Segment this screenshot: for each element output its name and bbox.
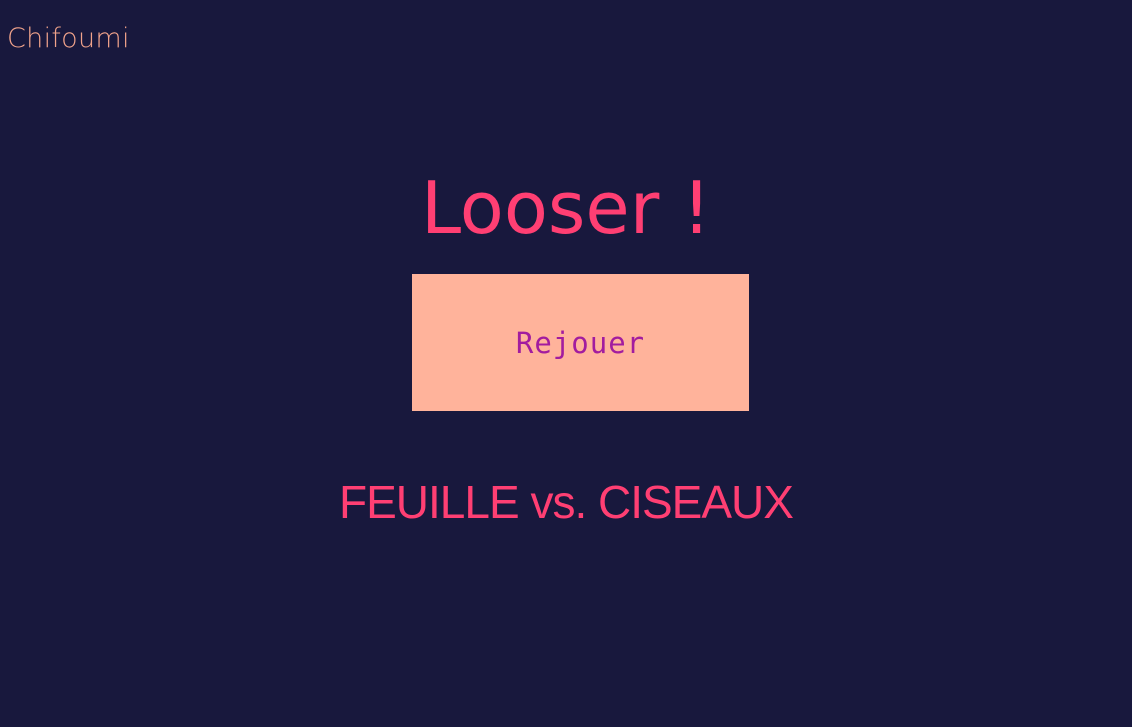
- result-heading: Looser !: [420, 166, 712, 250]
- matchup-text: FEUILLE vs. CISEAUX: [339, 476, 794, 528]
- replay-button[interactable]: Rejouer: [412, 274, 749, 411]
- game-screen: Chifoumi Looser ! Rejouer FEUILLE vs. CI…: [0, 0, 1132, 727]
- brand-title: Chifoumi: [7, 23, 130, 54]
